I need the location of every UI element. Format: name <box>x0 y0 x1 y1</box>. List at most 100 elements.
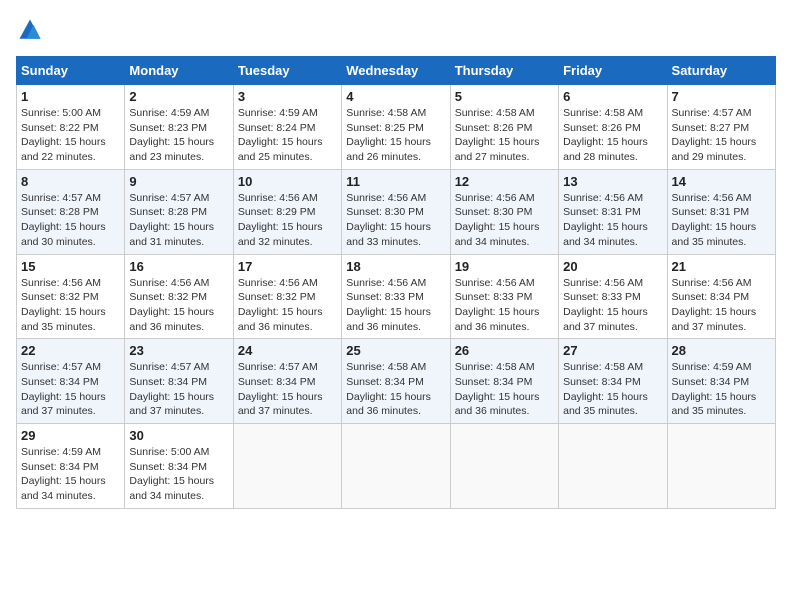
daylight-label: Daylight: 15 hours and 36 minutes. <box>346 391 431 418</box>
sunrise-label: Sunrise: 4:58 AM <box>563 107 643 119</box>
sunset-label: Sunset: 8:27 PM <box>672 122 750 134</box>
header <box>16 16 776 44</box>
calendar-cell: 12 Sunrise: 4:56 AM Sunset: 8:30 PM Dayl… <box>450 169 558 254</box>
daylight-label: Daylight: 15 hours and 25 minutes. <box>238 136 323 163</box>
calendar-cell: 25 Sunrise: 4:58 AM Sunset: 8:34 PM Dayl… <box>342 339 450 424</box>
calendar-cell: 7 Sunrise: 4:57 AM Sunset: 8:27 PM Dayli… <box>667 85 775 170</box>
daylight-label: Daylight: 15 hours and 36 minutes. <box>455 391 540 418</box>
calendar-week-5: 29 Sunrise: 4:59 AM Sunset: 8:34 PM Dayl… <box>17 424 776 509</box>
day-header-sunday: Sunday <box>17 57 125 85</box>
day-info: Sunrise: 4:56 AM Sunset: 8:32 PM Dayligh… <box>238 276 337 335</box>
calendar-cell: 20 Sunrise: 4:56 AM Sunset: 8:33 PM Dayl… <box>559 254 667 339</box>
day-number: 27 <box>563 343 662 358</box>
sunrise-label: Sunrise: 4:56 AM <box>563 192 643 204</box>
sunset-label: Sunset: 8:30 PM <box>455 206 533 218</box>
day-number: 19 <box>455 259 554 274</box>
sunrise-label: Sunrise: 4:57 AM <box>238 361 318 373</box>
sunrise-label: Sunrise: 4:58 AM <box>563 361 643 373</box>
sunrise-label: Sunrise: 4:56 AM <box>346 277 426 289</box>
day-info: Sunrise: 4:59 AM Sunset: 8:34 PM Dayligh… <box>672 360 771 419</box>
sunset-label: Sunset: 8:32 PM <box>129 291 207 303</box>
calendar-cell: 17 Sunrise: 4:56 AM Sunset: 8:32 PM Dayl… <box>233 254 341 339</box>
day-info: Sunrise: 4:57 AM Sunset: 8:34 PM Dayligh… <box>21 360 120 419</box>
sunrise-label: Sunrise: 4:58 AM <box>455 107 535 119</box>
day-info: Sunrise: 4:57 AM Sunset: 8:34 PM Dayligh… <box>238 360 337 419</box>
calendar-cell <box>667 424 775 509</box>
daylight-label: Daylight: 15 hours and 31 minutes. <box>129 221 214 248</box>
daylight-label: Daylight: 15 hours and 35 minutes. <box>563 391 648 418</box>
daylight-label: Daylight: 15 hours and 36 minutes. <box>129 306 214 333</box>
daylight-label: Daylight: 15 hours and 30 minutes. <box>21 221 106 248</box>
daylight-label: Daylight: 15 hours and 36 minutes. <box>346 306 431 333</box>
calendar-cell: 6 Sunrise: 4:58 AM Sunset: 8:26 PM Dayli… <box>559 85 667 170</box>
calendar-cell: 14 Sunrise: 4:56 AM Sunset: 8:31 PM Dayl… <box>667 169 775 254</box>
sunset-label: Sunset: 8:34 PM <box>672 376 750 388</box>
sunset-label: Sunset: 8:24 PM <box>238 122 316 134</box>
calendar-cell: 24 Sunrise: 4:57 AM Sunset: 8:34 PM Dayl… <box>233 339 341 424</box>
day-number: 4 <box>346 89 445 104</box>
day-number: 11 <box>346 174 445 189</box>
daylight-label: Daylight: 15 hours and 27 minutes. <box>455 136 540 163</box>
daylight-label: Daylight: 15 hours and 35 minutes. <box>672 221 757 248</box>
calendar-week-1: 1 Sunrise: 5:00 AM Sunset: 8:22 PM Dayli… <box>17 85 776 170</box>
day-number: 21 <box>672 259 771 274</box>
sunset-label: Sunset: 8:34 PM <box>346 376 424 388</box>
daylight-label: Daylight: 15 hours and 29 minutes. <box>672 136 757 163</box>
daylight-label: Daylight: 15 hours and 34 minutes. <box>21 475 106 502</box>
calendar-cell: 30 Sunrise: 5:00 AM Sunset: 8:34 PM Dayl… <box>125 424 233 509</box>
day-info: Sunrise: 4:57 AM Sunset: 8:28 PM Dayligh… <box>129 191 228 250</box>
day-info: Sunrise: 4:58 AM Sunset: 8:26 PM Dayligh… <box>455 106 554 165</box>
day-number: 16 <box>129 259 228 274</box>
daylight-label: Daylight: 15 hours and 36 minutes. <box>238 306 323 333</box>
sunset-label: Sunset: 8:34 PM <box>129 461 207 473</box>
calendar-week-2: 8 Sunrise: 4:57 AM Sunset: 8:28 PM Dayli… <box>17 169 776 254</box>
day-info: Sunrise: 5:00 AM Sunset: 8:34 PM Dayligh… <box>129 445 228 504</box>
sunset-label: Sunset: 8:31 PM <box>672 206 750 218</box>
daylight-label: Daylight: 15 hours and 26 minutes. <box>346 136 431 163</box>
sunrise-label: Sunrise: 4:57 AM <box>21 361 101 373</box>
day-number: 30 <box>129 428 228 443</box>
sunset-label: Sunset: 8:26 PM <box>563 122 641 134</box>
calendar-cell: 3 Sunrise: 4:59 AM Sunset: 8:24 PM Dayli… <box>233 85 341 170</box>
day-number: 17 <box>238 259 337 274</box>
calendar-header-row: SundayMondayTuesdayWednesdayThursdayFrid… <box>17 57 776 85</box>
day-info: Sunrise: 4:57 AM Sunset: 8:34 PM Dayligh… <box>129 360 228 419</box>
day-info: Sunrise: 4:57 AM Sunset: 8:27 PM Dayligh… <box>672 106 771 165</box>
day-number: 3 <box>238 89 337 104</box>
day-number: 13 <box>563 174 662 189</box>
sunrise-label: Sunrise: 4:56 AM <box>672 192 752 204</box>
sunset-label: Sunset: 8:28 PM <box>129 206 207 218</box>
daylight-label: Daylight: 15 hours and 22 minutes. <box>21 136 106 163</box>
sunrise-label: Sunrise: 4:57 AM <box>21 192 101 204</box>
day-info: Sunrise: 4:58 AM Sunset: 8:34 PM Dayligh… <box>563 360 662 419</box>
day-info: Sunrise: 4:56 AM Sunset: 8:31 PM Dayligh… <box>672 191 771 250</box>
daylight-label: Daylight: 15 hours and 34 minutes. <box>129 475 214 502</box>
sunset-label: Sunset: 8:30 PM <box>346 206 424 218</box>
sunset-label: Sunset: 8:22 PM <box>21 122 99 134</box>
calendar-cell: 2 Sunrise: 4:59 AM Sunset: 8:23 PM Dayli… <box>125 85 233 170</box>
calendar-cell: 15 Sunrise: 4:56 AM Sunset: 8:32 PM Dayl… <box>17 254 125 339</box>
day-number: 29 <box>21 428 120 443</box>
day-number: 24 <box>238 343 337 358</box>
daylight-label: Daylight: 15 hours and 37 minutes. <box>21 391 106 418</box>
sunset-label: Sunset: 8:34 PM <box>563 376 641 388</box>
day-info: Sunrise: 4:59 AM Sunset: 8:23 PM Dayligh… <box>129 106 228 165</box>
sunset-label: Sunset: 8:34 PM <box>129 376 207 388</box>
calendar-cell: 4 Sunrise: 4:58 AM Sunset: 8:25 PM Dayli… <box>342 85 450 170</box>
calendar-cell: 23 Sunrise: 4:57 AM Sunset: 8:34 PM Dayl… <box>125 339 233 424</box>
day-info: Sunrise: 5:00 AM Sunset: 8:22 PM Dayligh… <box>21 106 120 165</box>
day-number: 2 <box>129 89 228 104</box>
day-number: 28 <box>672 343 771 358</box>
sunset-label: Sunset: 8:28 PM <box>21 206 99 218</box>
day-header-thursday: Thursday <box>450 57 558 85</box>
calendar-cell: 11 Sunrise: 4:56 AM Sunset: 8:30 PM Dayl… <box>342 169 450 254</box>
day-info: Sunrise: 4:56 AM Sunset: 8:30 PM Dayligh… <box>346 191 445 250</box>
logo <box>16 16 46 44</box>
sunrise-label: Sunrise: 4:57 AM <box>672 107 752 119</box>
day-number: 26 <box>455 343 554 358</box>
sunset-label: Sunset: 8:32 PM <box>238 291 316 303</box>
day-info: Sunrise: 4:58 AM Sunset: 8:26 PM Dayligh… <box>563 106 662 165</box>
sunrise-label: Sunrise: 5:00 AM <box>129 446 209 458</box>
daylight-label: Daylight: 15 hours and 35 minutes. <box>672 391 757 418</box>
day-number: 5 <box>455 89 554 104</box>
